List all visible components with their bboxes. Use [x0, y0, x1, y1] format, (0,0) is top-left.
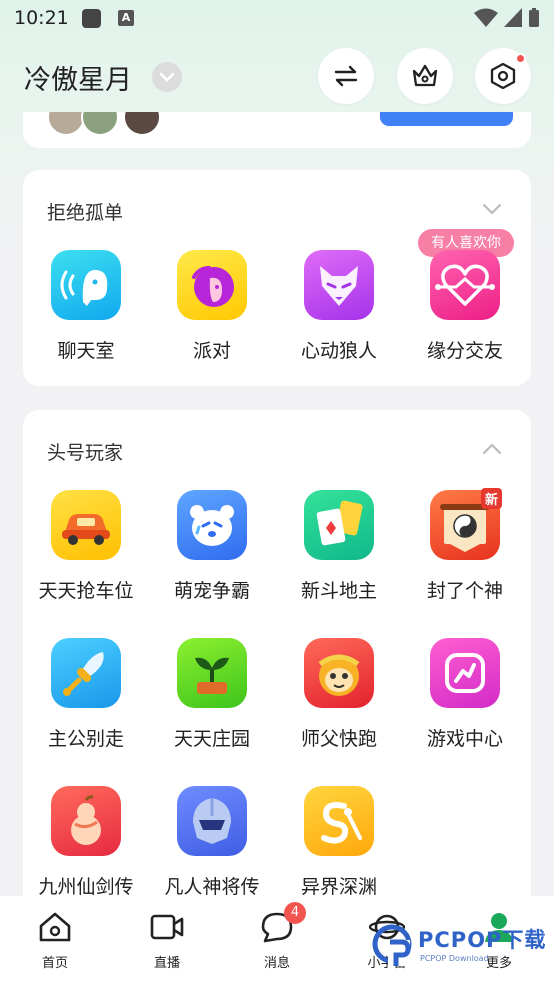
avatar[interactable]	[81, 112, 119, 136]
avatar[interactable]	[47, 112, 85, 136]
nav-messages[interactable]: 4 消息	[232, 902, 322, 971]
tile-heart-match[interactable]: 缘分交友	[402, 250, 528, 363]
tile-party[interactable]: 派对	[149, 250, 275, 363]
tile-label: 天天抢车位	[38, 580, 134, 602]
crown-icon	[412, 64, 438, 87]
tile-label: 缘分交友	[426, 340, 503, 362]
notification-dot	[515, 53, 526, 64]
taiji-icon: 新	[430, 488, 502, 560]
watermark: PCPOP下载 PCPOP Download	[372, 918, 552, 974]
home-icon	[39, 912, 71, 942]
nav-live[interactable]: 直播	[122, 910, 212, 971]
party-icon	[177, 250, 247, 320]
tile-farm[interactable]: 天天庄园	[149, 638, 275, 751]
switch-arrows-icon	[334, 65, 358, 87]
nav-label: 首页	[41, 956, 68, 971]
tile-game-center[interactable]: 游戏中心	[402, 638, 528, 751]
battery-icon	[529, 8, 539, 27]
tile-abyss[interactable]: 异界深渊	[276, 786, 402, 899]
helmet-icon	[177, 786, 247, 856]
status-time: 10:21	[14, 7, 69, 29]
switch-button[interactable]	[318, 48, 374, 104]
tile-xianjian[interactable]: 九州仙剑传	[23, 786, 149, 899]
monkey-icon	[304, 638, 374, 708]
tile-label: 师父快跑	[300, 728, 377, 750]
game-center-icon	[430, 638, 500, 708]
top-card-button[interactable]	[380, 112, 513, 126]
settings-hexagon-icon	[490, 62, 516, 90]
bear-icon	[177, 490, 247, 560]
tile-label: 异界深渊	[300, 876, 377, 898]
watermark-subtext: PCPOP Download	[420, 954, 489, 963]
gourd-icon	[51, 786, 121, 856]
video-icon	[150, 914, 184, 940]
tile-chat-room[interactable]: 聊天室	[23, 250, 149, 363]
chat-room-icon	[51, 250, 121, 320]
tile-label: 九州仙剑传	[38, 876, 134, 898]
chevron-up-icon[interactable]	[481, 438, 503, 460]
watermark-logo-icon	[372, 924, 412, 966]
tile-landlord[interactable]: 新斗地主	[276, 490, 402, 603]
notification-app-icon	[82, 9, 101, 28]
unread-badge: 4	[284, 902, 306, 924]
nav-label: 消息	[263, 956, 290, 971]
tile-car[interactable]: 天天抢车位	[23, 490, 149, 603]
vip-button[interactable]	[397, 48, 453, 104]
tile-label: 游戏中心	[426, 728, 503, 750]
tile-label: 天天庄园	[173, 728, 250, 750]
tile-label: 封了个神	[426, 580, 503, 602]
chevron-down-icon[interactable]	[481, 198, 503, 220]
settings-button[interactable]	[475, 48, 531, 104]
tile-pet[interactable]: 萌宠争霸	[149, 490, 275, 603]
nav-home[interactable]: 首页	[10, 910, 100, 971]
tile-label: 聊天室	[57, 340, 115, 362]
avatar[interactable]	[123, 112, 161, 136]
wifi-icon	[474, 8, 498, 27]
header: 冷傲星月	[0, 44, 554, 108]
tile-label: 派对	[192, 340, 231, 362]
tile-god[interactable]: 新 封了个神	[402, 488, 528, 603]
chevron-down-icon[interactable]	[152, 62, 182, 92]
cards-icon	[304, 490, 374, 560]
username[interactable]: 冷傲星月	[24, 58, 132, 97]
tile-label: 新斗地主	[300, 580, 377, 602]
top-card	[23, 112, 531, 148]
section-title: 头号玩家	[47, 442, 124, 464]
sprout-icon	[177, 638, 247, 708]
notification-letter-icon: A	[118, 10, 134, 26]
werewolf-icon	[304, 250, 374, 320]
heart-match-icon	[430, 250, 500, 320]
tile-sword[interactable]: 主公别走	[23, 638, 149, 751]
sword-icon	[51, 638, 121, 708]
tile-label: 主公别走	[47, 728, 124, 750]
signal-icon	[504, 8, 522, 27]
section-title: 拒绝孤单	[47, 202, 124, 224]
tile-werewolf[interactable]: 心动狼人	[276, 250, 402, 363]
tile-monkey[interactable]: 师父快跑	[276, 638, 402, 751]
watermark-text: PCPOP下载	[418, 928, 547, 952]
abyss-icon	[304, 786, 374, 856]
new-badge: 新	[480, 488, 502, 509]
tile-label: 凡人神将传	[164, 876, 260, 898]
tile-general[interactable]: 凡人神将传	[149, 786, 275, 899]
nav-label: 直播	[153, 956, 180, 971]
status-bar: 10:21 A	[0, 0, 554, 38]
car-icon	[51, 490, 121, 560]
tile-label: 萌宠争霸	[173, 580, 250, 602]
tile-label: 心动狼人	[300, 340, 377, 362]
